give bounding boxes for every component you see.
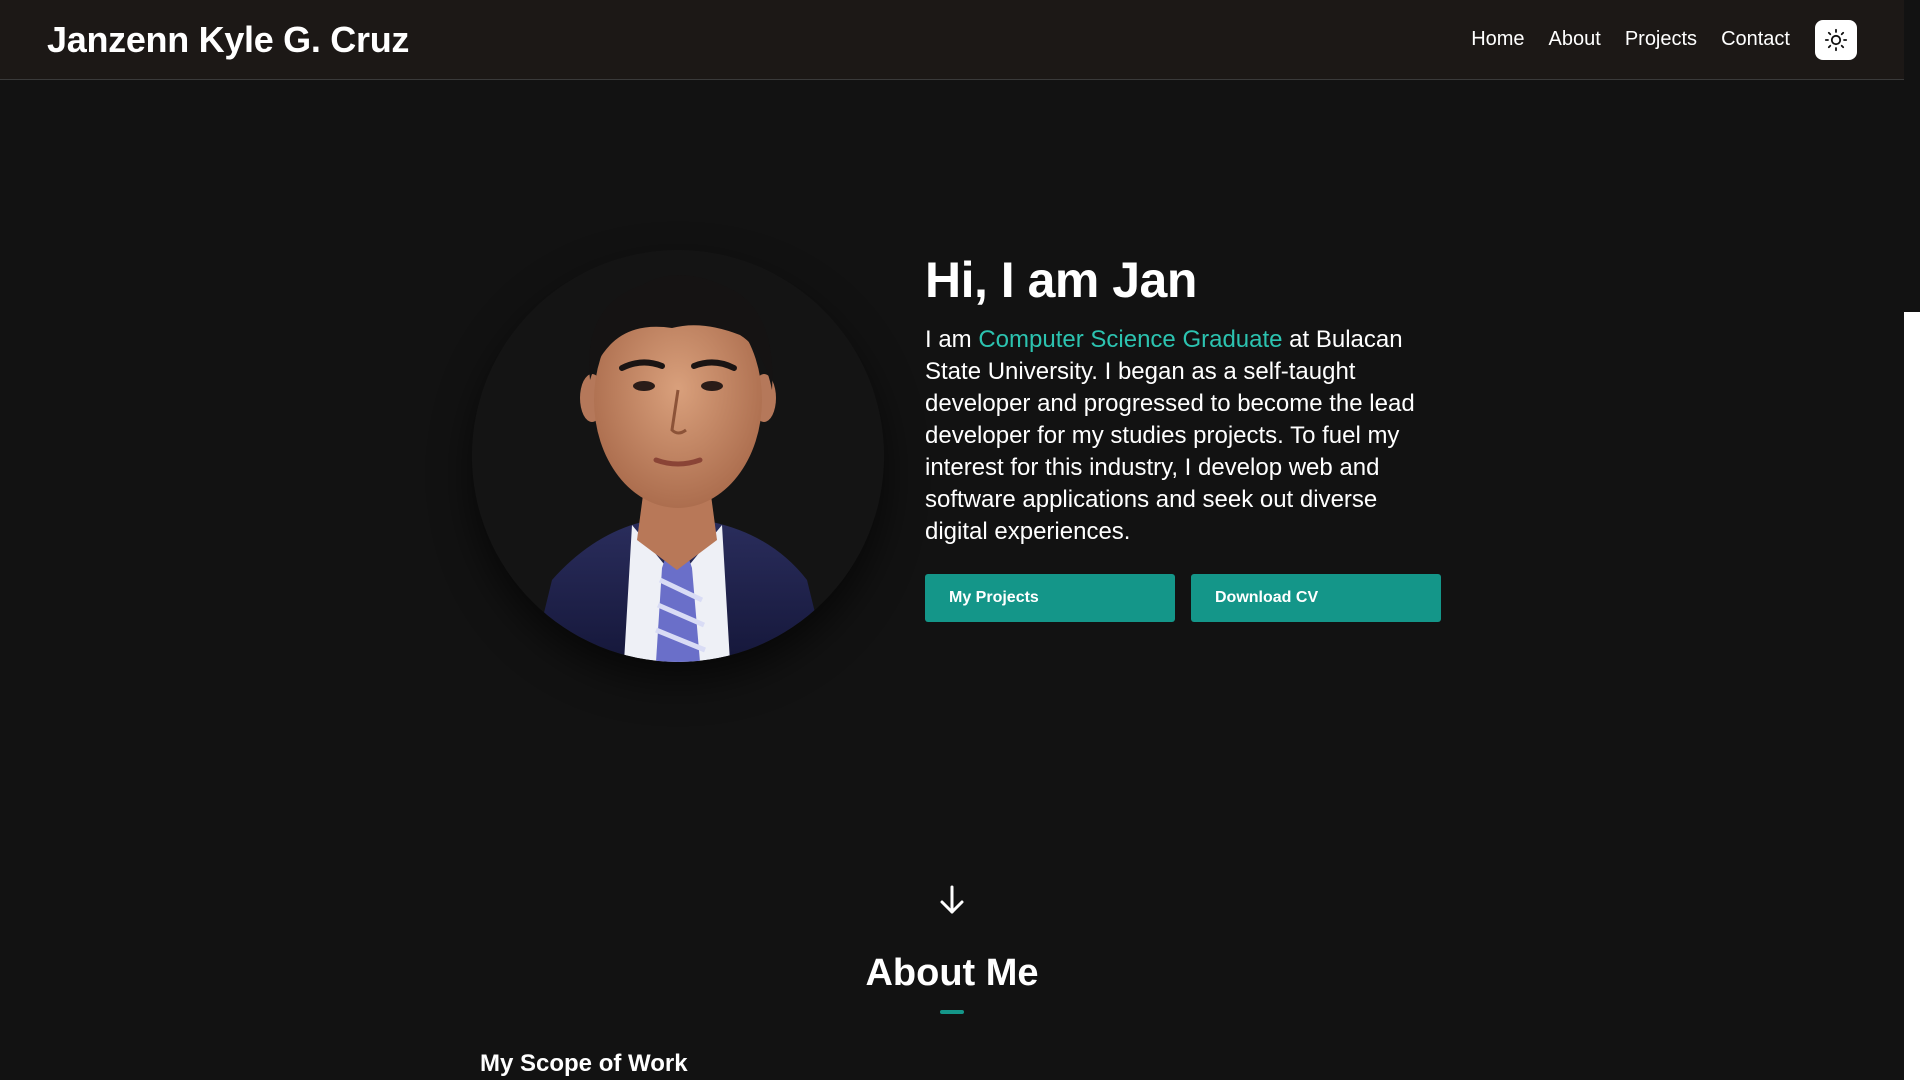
theme-toggle-button[interactable] (1815, 19, 1857, 60)
hero-description: I am Computer Science Graduate at Bulaca… (925, 324, 1445, 548)
hero-desc-prefix: I am (925, 325, 979, 353)
download-cv-button[interactable]: Download CV (1191, 573, 1441, 622)
nav-link-projects[interactable]: Projects (1625, 28, 1697, 51)
hero-desc-highlight: Computer Science Graduate (978, 325, 1283, 353)
hero-greeting: Hi, I am Jan (925, 252, 1197, 308)
profile-portrait (472, 250, 884, 662)
about-title-underline (940, 1010, 964, 1014)
navbar: Janzenn Kyle G. Cruz Home About Projects… (0, 0, 1904, 80)
hero-desc-rest: at Bulacan State University. I began as … (925, 325, 1415, 545)
nav-menu: Home About Projects Contact (1471, 19, 1857, 60)
scroll-down-arrow-icon[interactable] (937, 884, 967, 916)
scrollbar-thumb[interactable] (1904, 0, 1920, 312)
nav-link-about[interactable]: About (1549, 28, 1601, 51)
page: Janzenn Kyle G. Cruz Home About Projects… (0, 0, 1920, 1080)
my-projects-button[interactable]: My Projects (925, 573, 1175, 622)
about-section-title: About Me (865, 952, 1039, 994)
nav-link-contact[interactable]: Contact (1721, 28, 1790, 51)
brand-name[interactable]: Janzenn Kyle G. Cruz (47, 19, 409, 61)
nav-link-home[interactable]: Home (1471, 28, 1524, 51)
hero-buttons: My Projects Download CV (925, 573, 1445, 622)
scope-of-work-title: My Scope of Work (480, 1050, 688, 1077)
hero-content: Hi, I am Jan I am Computer Science Gradu… (925, 252, 1445, 622)
sun-icon (1824, 28, 1848, 51)
profile-photo (472, 250, 884, 662)
